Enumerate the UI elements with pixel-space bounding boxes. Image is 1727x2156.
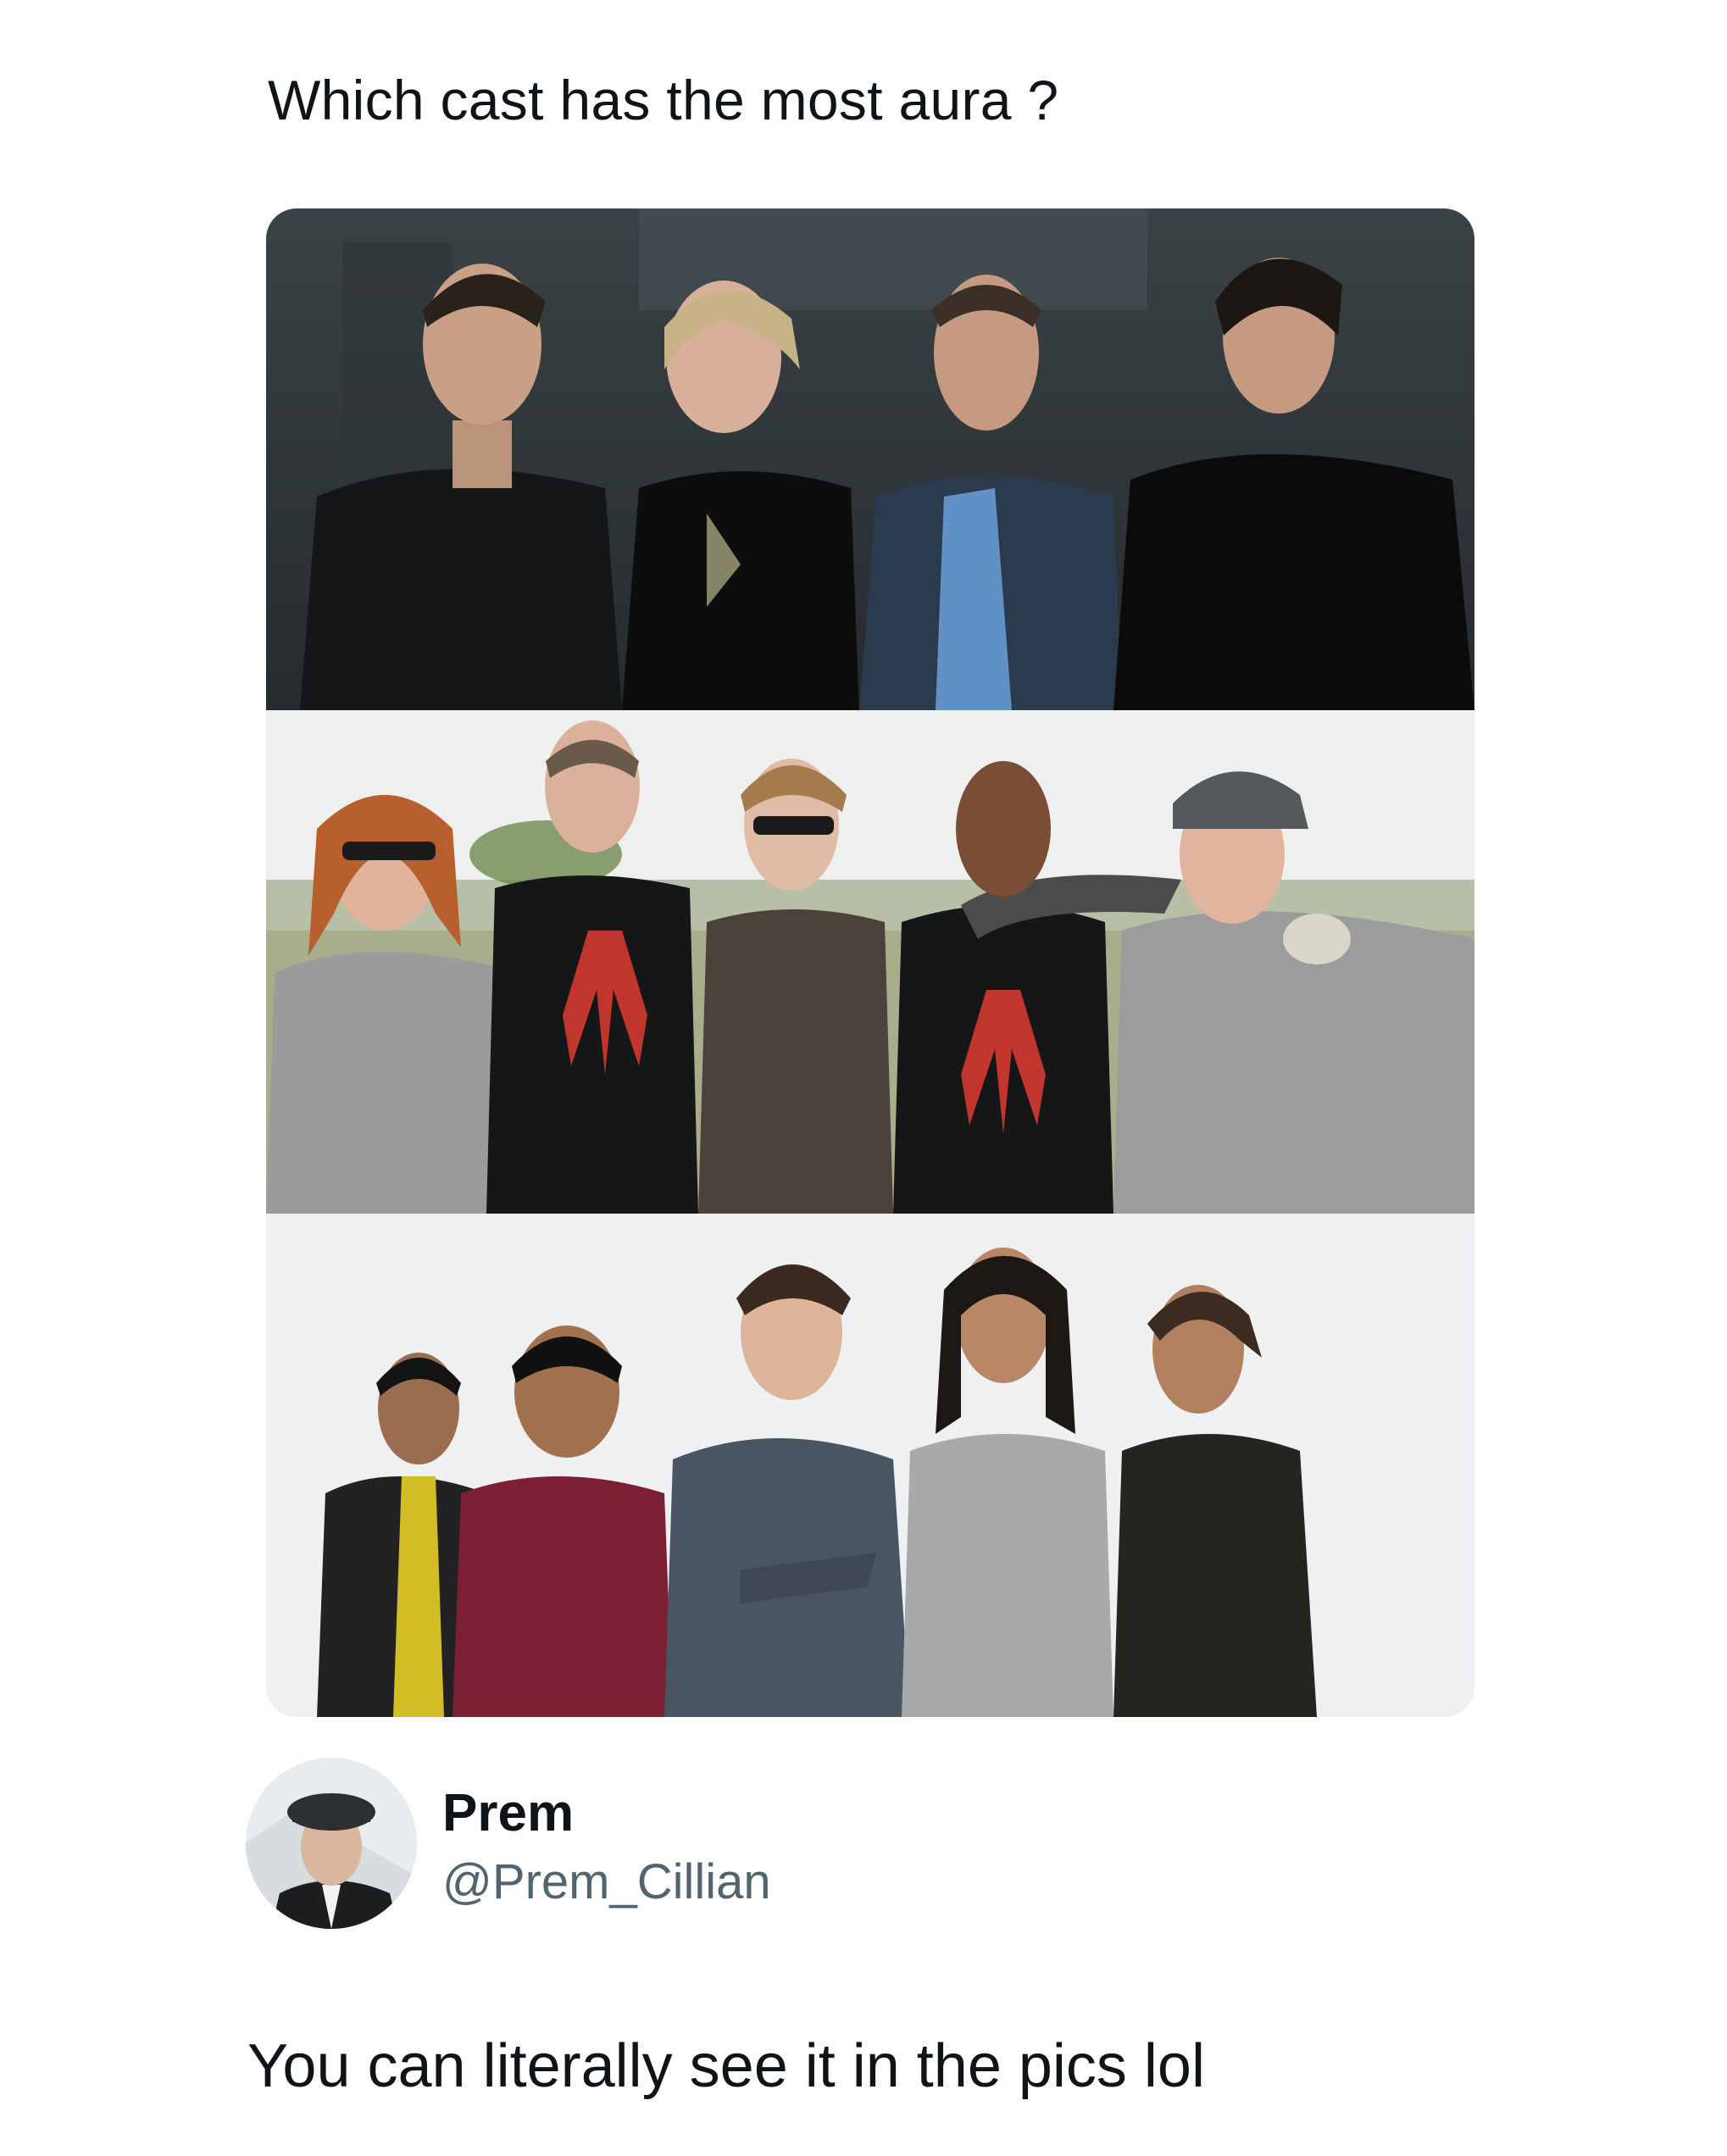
reply-text: You can literally see it in the pics lol — [247, 2032, 1205, 2100]
avatar[interactable] — [246, 1758, 417, 1929]
post-text: Which cast has the most aura ? — [268, 69, 1059, 131]
display-name[interactable]: Prem — [442, 1783, 574, 1844]
cast-photo-2[interactable] — [266, 710, 1474, 1214]
media-grid[interactable] — [266, 208, 1474, 1717]
cast-photo-1[interactable] — [266, 208, 1474, 710]
user-handle[interactable]: @Prem_Cillian — [442, 1853, 771, 1912]
reply-author[interactable]: Prem @Prem_Cillian — [246, 1758, 1263, 1936]
cast-photo-3[interactable] — [266, 1214, 1474, 1717]
